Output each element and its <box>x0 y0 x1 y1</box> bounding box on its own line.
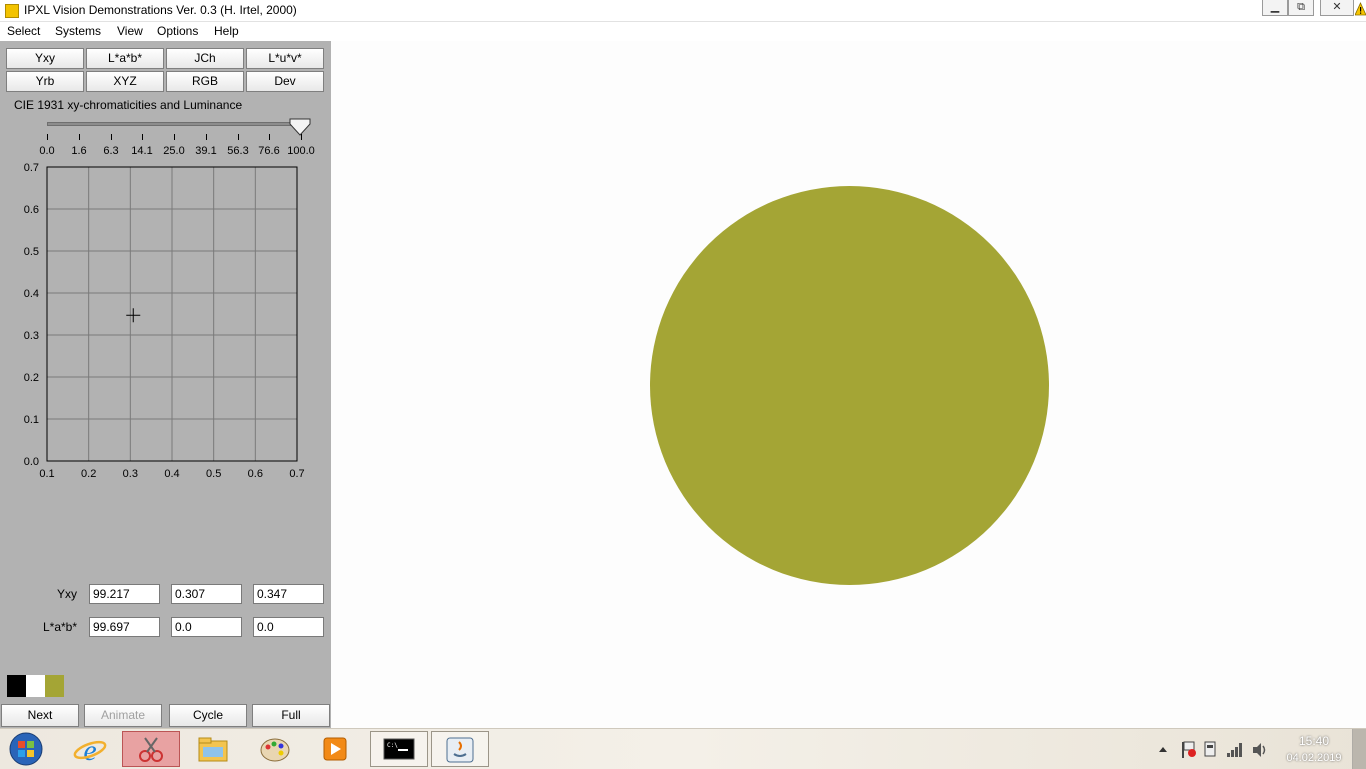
luminance-slider-track[interactable] <box>47 122 300 126</box>
y-tick-label: 0.5 <box>24 246 39 258</box>
lab-a-field[interactable]: 0.0 <box>171 617 242 637</box>
title-bar: IPXL Vision Demonstrations Ver. 0.3 (H. … <box>0 0 1366 22</box>
panel-title: CIE 1931 xy-chromaticities and Luminance <box>14 98 243 112</box>
svg-text:e: e <box>83 734 96 767</box>
animate-button[interactable]: Animate <box>84 704 162 727</box>
slider-tick <box>206 134 207 140</box>
internet-explorer-icon[interactable]: e <box>70 731 110 767</box>
luminance-slider-thumb[interactable] <box>288 118 312 138</box>
menu-bar: Select Systems View Options Help <box>0 22 1366 41</box>
x-tick-label: 0.7 <box>289 468 304 480</box>
system-rgb-button[interactable]: RGB <box>166 71 244 92</box>
lab-b-field[interactable]: 0.0 <box>253 617 324 637</box>
menu-systems[interactable]: Systems <box>55 24 101 38</box>
snipping-tool-task[interactable] <box>122 731 180 767</box>
command-prompt-task[interactable]: C:\ <box>370 731 428 767</box>
restore-button[interactable]: ⧉ <box>1288 0 1314 16</box>
x-tick-label: 0.2 <box>81 468 96 480</box>
system-yrb-button[interactable]: Yrb <box>6 71 84 92</box>
slider-tick <box>47 134 48 140</box>
window-title: IPXL Vision Demonstrations Ver. 0.3 (H. … <box>24 3 297 17</box>
swatch-black[interactable] <box>7 675 26 697</box>
y-tick-label: 0.7 <box>24 162 39 174</box>
paint-icon[interactable] <box>255 731 295 767</box>
y-tick-label: 0.4 <box>24 288 39 300</box>
menu-view[interactable]: View <box>117 24 143 38</box>
system-xyz-button[interactable]: XYZ <box>86 71 164 92</box>
y-tick-label: 0.6 <box>24 204 39 216</box>
menu-select[interactable]: Select <box>7 24 40 38</box>
file-explorer-icon[interactable] <box>193 731 233 767</box>
scissors-icon <box>139 737 163 762</box>
x-tick-label: 0.5 <box>206 468 221 480</box>
slider-tick <box>238 134 239 140</box>
network-devices-icon[interactable] <box>1201 731 1219 767</box>
app-icon[interactable] <box>5 4 19 18</box>
y-tick-label: 0.1 <box>24 414 39 426</box>
y-tick-label: 0.0 <box>24 456 39 468</box>
slider-tick <box>111 134 112 140</box>
cycle-button[interactable]: Cycle <box>169 704 247 727</box>
yxy-Y-field[interactable]: 99.217 <box>89 584 160 604</box>
next-button[interactable]: Next <box>1 704 79 727</box>
stimulus-display[interactable] <box>331 41 1366 728</box>
y-tick-label: 0.2 <box>24 372 39 384</box>
windows-start-icon[interactable] <box>6 731 46 767</box>
control-panel: Yxy L*a*b* JCh L*u*v* Yrb XYZ RGB Dev CI… <box>0 41 331 728</box>
java-icon <box>446 737 474 763</box>
system-dev-button[interactable]: Dev <box>246 71 324 92</box>
warning-icon <box>1355 2 1366 16</box>
svg-text:C:\: C:\ <box>387 742 398 749</box>
slider-tick <box>269 134 270 140</box>
yxy-x-field[interactable]: 0.307 <box>171 584 242 604</box>
swatch-olive[interactable] <box>45 675 64 697</box>
system-lab-button[interactable]: L*a*b* <box>86 48 164 69</box>
clock-date[interactable]: 04.02.2019 <box>1284 752 1344 764</box>
system-jch-button[interactable]: JCh <box>166 48 244 69</box>
slider-tick <box>142 134 143 140</box>
chromaticity-plot[interactable]: 0.1 0.2 0.3 0.4 0.5 0.6 0.70.00.10.20.30.40.50… <box>0 161 331 481</box>
command-prompt-icon: C:\ <box>383 738 415 760</box>
slider-tick <box>174 134 175 140</box>
full-button[interactable]: Full <box>252 704 330 727</box>
swatch-white[interactable] <box>26 675 45 697</box>
lab-L-field[interactable]: 99.697 <box>89 617 160 637</box>
action-center-flag-icon[interactable] <box>1178 731 1198 767</box>
y-tick-label: 0.3 <box>24 330 39 342</box>
lab-label: L*a*b* <box>42 620 77 634</box>
system-luv-button[interactable]: L*u*v* <box>246 48 324 69</box>
x-tick-label: 0.4 <box>164 468 179 480</box>
show-desktop-button[interactable] <box>1352 729 1366 769</box>
yxy-y-field[interactable]: 0.347 <box>253 584 324 604</box>
menu-help[interactable]: Help <box>214 24 239 38</box>
menu-options[interactable]: Options <box>157 24 198 38</box>
x-tick-label: 0.1 <box>39 468 54 480</box>
signal-strength-icon[interactable] <box>1224 731 1246 767</box>
system-yxy-button[interactable]: Yxy <box>6 48 84 69</box>
show-hidden-icons-icon[interactable] <box>1156 731 1170 767</box>
java-task[interactable] <box>431 731 489 767</box>
slider-tick <box>79 134 80 140</box>
taskbar: e C:\ 15:40 04.02.2019 <box>0 728 1366 769</box>
yxy-label: Yxy <box>56 587 77 601</box>
slider-tick-label: 100.0 <box>287 145 315 157</box>
clock-time[interactable]: 15:40 <box>1284 734 1344 748</box>
slider-tick <box>301 134 302 140</box>
media-player-icon[interactable] <box>315 731 355 767</box>
close-button[interactable]: ✕ <box>1320 0 1354 16</box>
x-tick-label: 0.3 <box>123 468 138 480</box>
x-tick-label: 0.6 <box>248 468 263 480</box>
color-stimulus-disc <box>650 186 1049 585</box>
volume-icon[interactable] <box>1250 731 1270 767</box>
minimize-button[interactable]: ▁ <box>1262 0 1288 16</box>
